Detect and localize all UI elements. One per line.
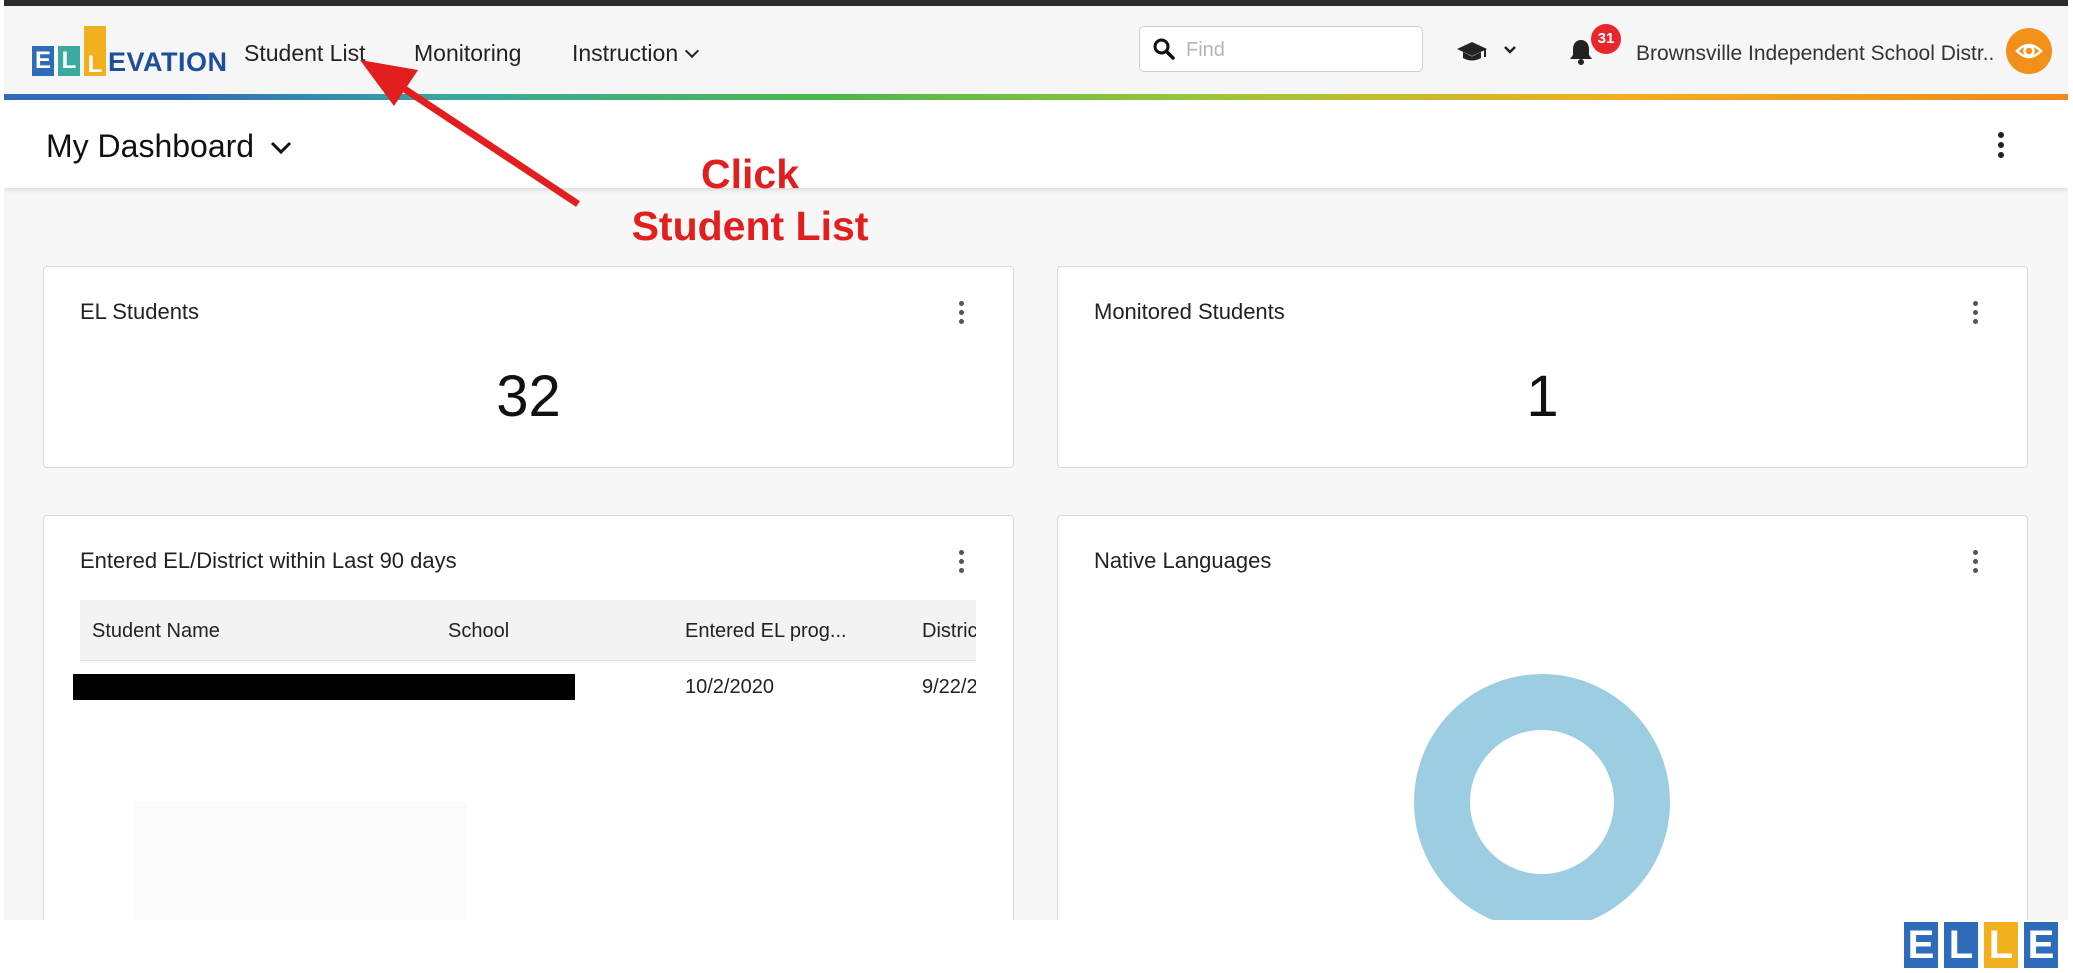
page-title: My Dashboard <box>46 128 255 164</box>
search-icon <box>1153 38 1175 60</box>
nav-student-list-label: Student List <box>244 40 366 66</box>
chevron-down-icon <box>685 43 700 59</box>
redacted-student-name <box>73 674 575 700</box>
annotation-line-2: Student List <box>631 203 869 249</box>
entered-el-card: Entered EL/District within Last 90 days … <box>43 515 1014 920</box>
nav-student-list[interactable]: Student List <box>244 40 365 67</box>
annotation-line-1: Click <box>701 151 799 197</box>
logo-block-e: E <box>32 46 54 76</box>
native-languages-card: Native Languages <box>1057 515 2028 920</box>
card-title: Native Languages <box>1094 548 1272 573</box>
nav-monitoring-label: Monitoring <box>414 40 522 66</box>
search-input[interactable] <box>1184 35 1408 65</box>
el-students-card[interactable]: EL Students 32 <box>43 266 1014 468</box>
district-name[interactable]: Brownsville Independent School Distr... <box>1636 42 1996 66</box>
card-title: Monitored Students <box>1094 299 1285 324</box>
card-title: EL Students <box>80 299 200 324</box>
footer-logo-block-e: E <box>1904 922 1938 968</box>
footer-logo-block-l2: L <box>1984 922 2018 968</box>
card-menu-icon[interactable] <box>959 301 965 328</box>
logo-block-l2: L <box>84 26 106 78</box>
top-nav: E L L EVATION Student List Monitoring In… <box>4 6 2068 94</box>
more-options-icon[interactable] <box>1998 132 2004 162</box>
dashboard-header: My Dashboard <box>4 100 2068 188</box>
ellevation-footer-logo: E L L E <box>1904 918 2073 973</box>
dashboard-title-dropdown[interactable]: My Dashboard <box>46 128 293 165</box>
bell-icon[interactable] <box>1568 38 1594 66</box>
column-header-entered-el[interactable]: Entered EL prog... <box>685 620 847 643</box>
eye-icon <box>2015 43 2043 59</box>
column-header-school[interactable]: School <box>448 620 509 643</box>
chevron-down-icon[interactable] <box>1502 42 1518 58</box>
cell-entered-el: 10/2/2020 <box>685 676 774 698</box>
loading-placeholder <box>134 802 467 920</box>
monitored-students-card[interactable]: Monitored Students 1 <box>1057 266 2028 468</box>
nav-instruction-label: Instruction <box>572 40 679 66</box>
column-header-student-name[interactable]: Student Name <box>92 620 220 643</box>
annotation-callout: Click Student List <box>560 148 940 252</box>
logo-block-l1: L <box>58 46 80 76</box>
cell-district: 9/22/2 <box>922 676 976 698</box>
monitored-students-count[interactable]: 1 <box>1058 363 2027 430</box>
eye-button[interactable] <box>2006 28 2052 74</box>
footer-logo-block-e2: E <box>2024 922 2058 968</box>
ellevation-logo[interactable]: E L L EVATION <box>32 22 227 84</box>
table-header: Student Name School Entered EL prog... D… <box>80 600 976 661</box>
donut-slice[interactable] <box>1414 674 1670 920</box>
nav-monitoring[interactable]: Monitoring <box>414 40 521 67</box>
card-menu-icon[interactable] <box>1973 550 1979 577</box>
graduation-cap-icon[interactable] <box>1456 40 1488 64</box>
nav-instruction[interactable]: Instruction <box>572 40 700 67</box>
column-header-district[interactable]: Distric <box>922 620 976 643</box>
el-students-count[interactable]: 32 <box>44 363 1013 430</box>
native-languages-donut-chart[interactable] <box>1414 674 1670 920</box>
card-menu-icon[interactable] <box>1973 301 1979 328</box>
search-box[interactable] <box>1139 26 1423 72</box>
chevron-down-icon <box>270 141 292 155</box>
notification-badge[interactable]: 31 <box>1591 24 1621 54</box>
logo-wordmark: EVATION <box>108 47 228 77</box>
footer-logo-block-l1: L <box>1944 922 1978 968</box>
app-screen: E L L EVATION Student List Monitoring In… <box>4 6 2068 920</box>
